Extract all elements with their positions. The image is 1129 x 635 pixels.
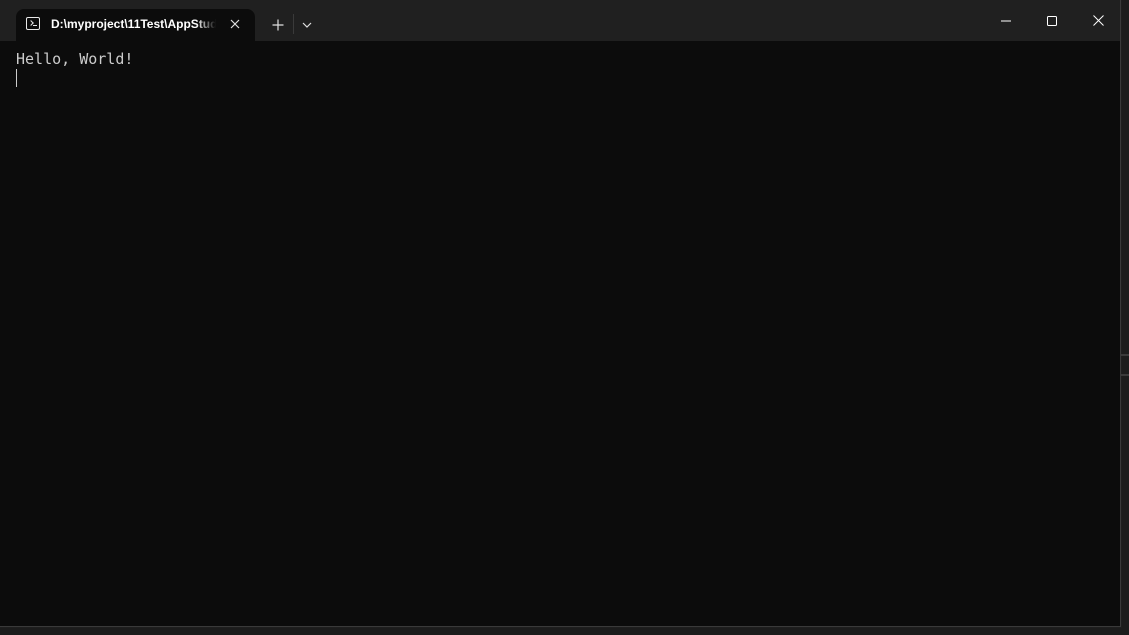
close-window-button[interactable] [1075, 0, 1120, 41]
minimize-button[interactable] [983, 0, 1029, 41]
text-cursor [16, 69, 17, 87]
profiles-dropdown-button[interactable] [296, 14, 318, 36]
title-bar[interactable]: D:\myproject\11Test\AppStudy\bin\Debug\n… [0, 0, 1120, 41]
chevron-down-icon [302, 22, 312, 28]
plus-icon [272, 19, 284, 31]
background-divider [1121, 354, 1129, 356]
close-icon [1092, 15, 1104, 26]
background-desktop-bottom [0, 628, 1129, 635]
maximize-button[interactable] [1029, 0, 1075, 41]
tab-title: D:\myproject\11Test\AppStudy\bin\Debug\n… [51, 17, 216, 31]
terminal-output[interactable]: Hello, World! [0, 41, 1120, 626]
tab-active[interactable]: D:\myproject\11Test\AppStudy\bin\Debug\n… [16, 9, 255, 41]
background-divider [1121, 374, 1129, 376]
terminal-icon [26, 17, 40, 30]
close-tab-button[interactable] [225, 14, 245, 34]
tab-separator [293, 14, 294, 34]
close-icon [230, 19, 240, 29]
background-desktop-right [1122, 0, 1129, 635]
minimize-icon [1001, 20, 1011, 21]
new-tab-button[interactable] [266, 14, 290, 36]
maximize-icon [1047, 15, 1057, 26]
terminal-window: D:\myproject\11Test\AppStudy\bin\Debug\n… [0, 0, 1121, 627]
output-line: Hello, World! [16, 50, 134, 68]
